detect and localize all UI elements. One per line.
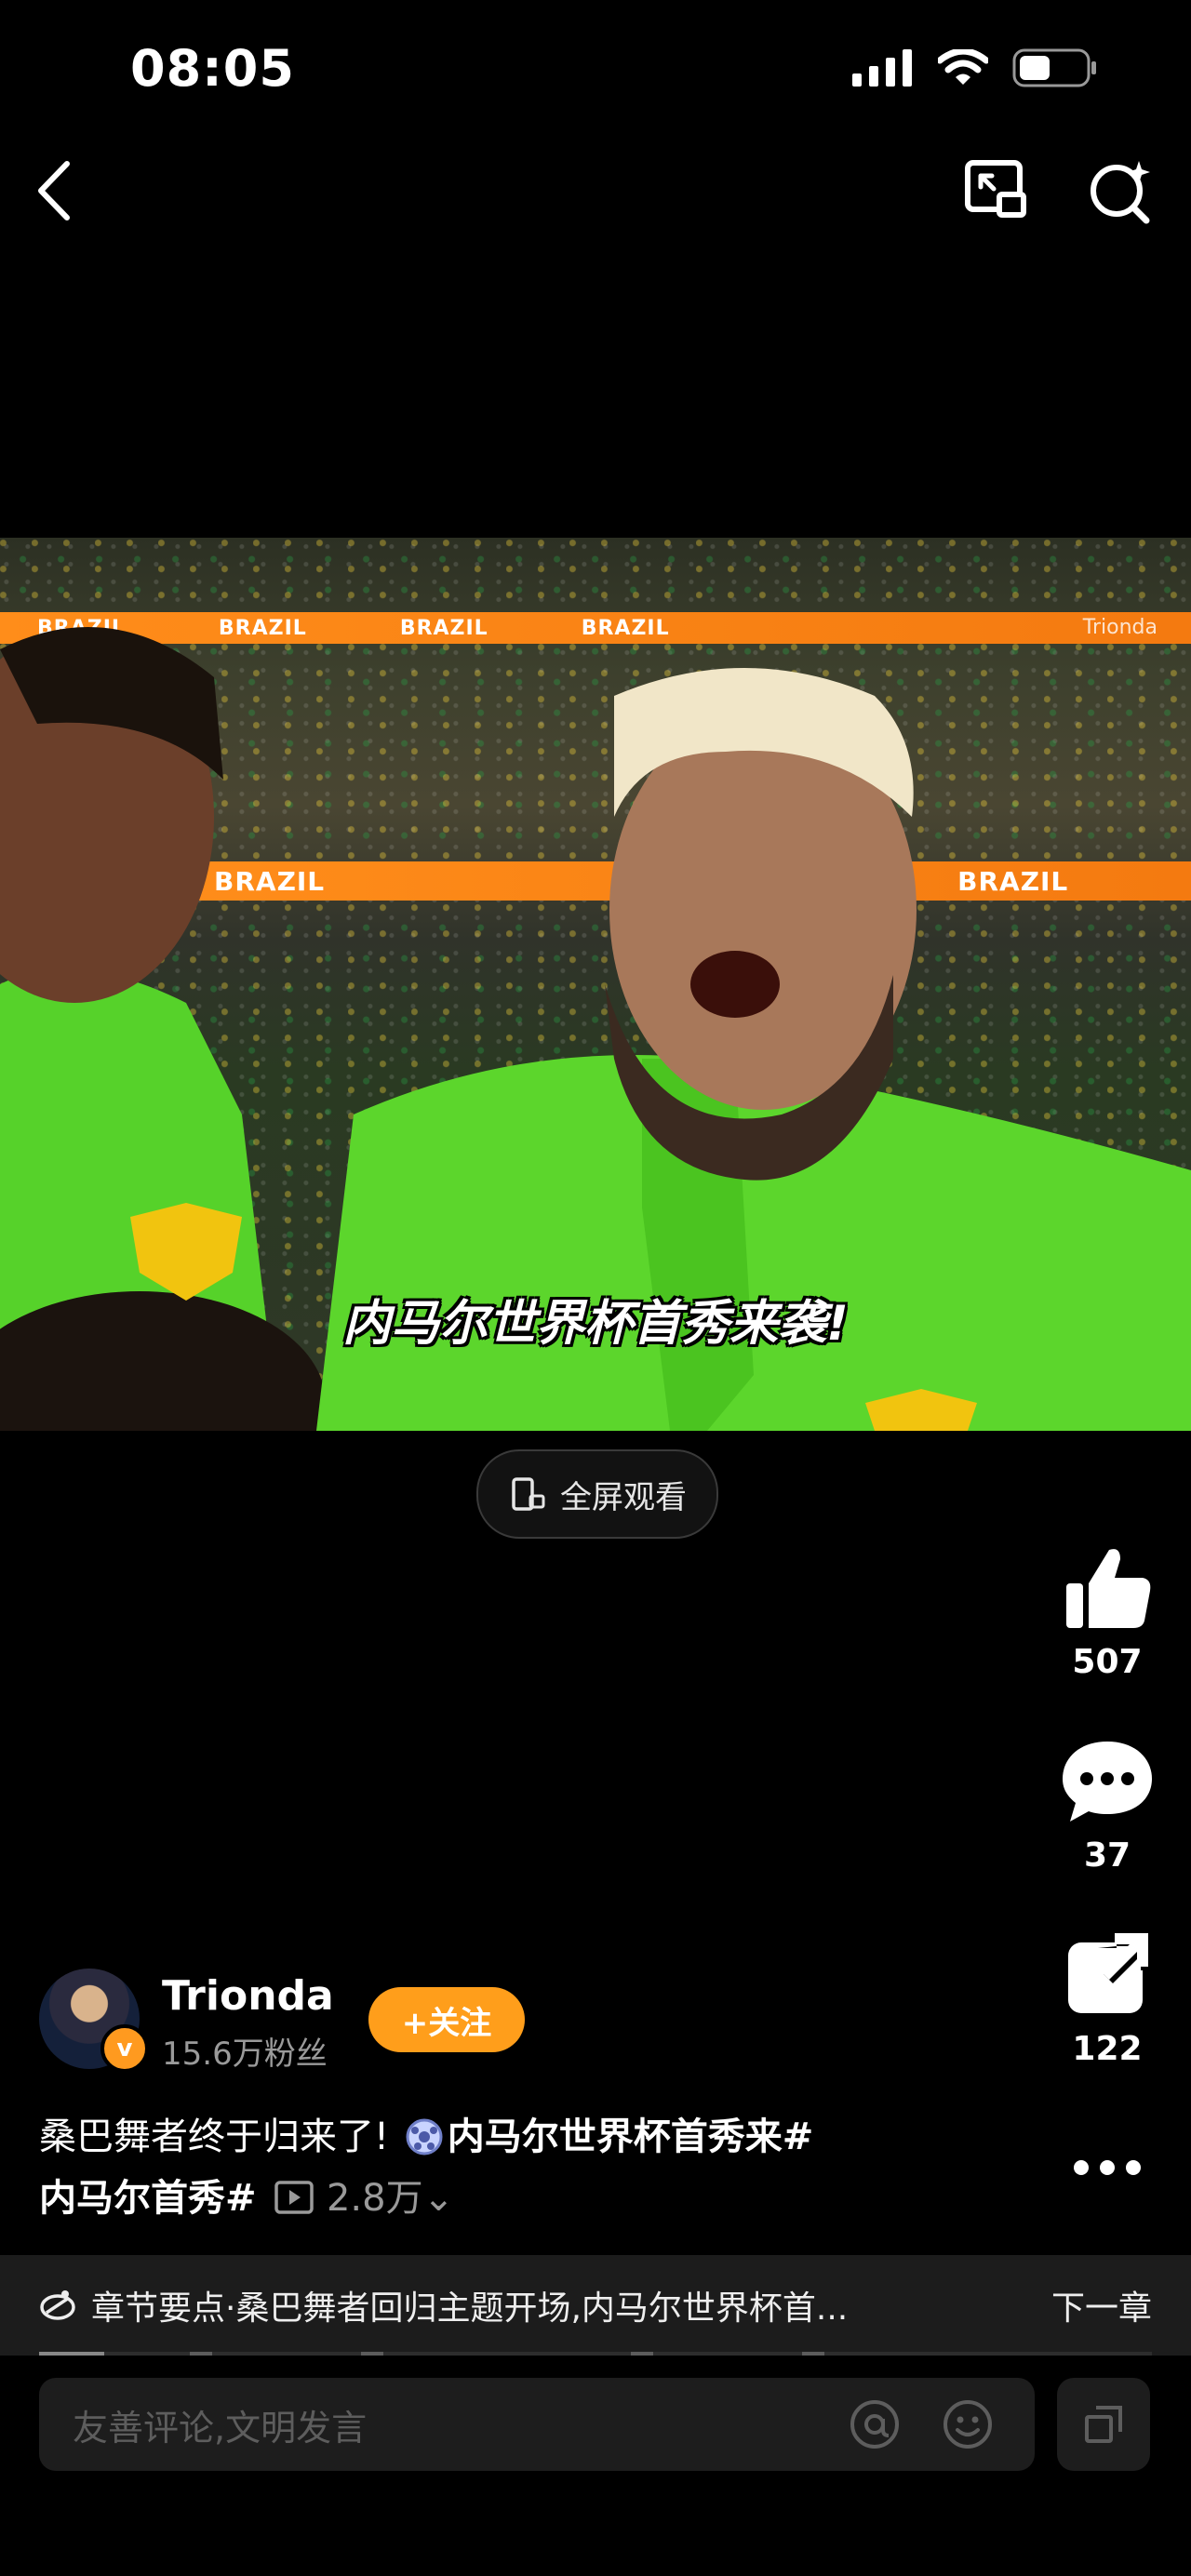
status-icons (852, 48, 1098, 87)
share-icon (1068, 1933, 1150, 2013)
battery-icon (1012, 48, 1096, 87)
video-description: 桑巴舞者终于归来了! 内马尔世界杯首秀来# 内马尔首秀# 2.8万⌄ (39, 2106, 932, 2229)
share-button[interactable]: 122 (1051, 1929, 1163, 2068)
search-button[interactable] (1083, 153, 1158, 228)
chapter-icon (40, 2290, 75, 2320)
ai-search-icon (1091, 161, 1150, 224)
picture-in-picture-button[interactable] (958, 153, 1033, 228)
comment-placeholder: 友善评论,文明发言 (73, 2407, 368, 2449)
expand-chevron-icon[interactable]: ⌄ (423, 2177, 455, 2220)
comment-bubble-icon (1063, 1742, 1152, 1822)
video-subtitle: 内马尔世界杯首秀来袭! (342, 1296, 849, 1352)
comment-count: 37 (1083, 1836, 1131, 1875)
fullscreen-label: 全屏观看 (560, 1478, 687, 1516)
author-fans: 15.6万粉丝 (162, 2035, 328, 2073)
hashtag-link[interactable]: 内马尔世界杯首秀来# (448, 2116, 814, 2158)
progress-segment (802, 2352, 824, 2356)
progress-segment (39, 2352, 104, 2356)
progress-segment (190, 2352, 212, 2356)
fullscreen-button[interactable]: 全屏观看 (476, 1449, 718, 1539)
back-button[interactable] (26, 156, 86, 225)
expand-icon (1085, 2406, 1122, 2443)
description-text: 桑巴舞者终于归来了! (39, 2116, 390, 2158)
emoji-icon[interactable] (940, 2396, 996, 2452)
mention-icon[interactable] (847, 2396, 903, 2452)
author-name[interactable]: Trionda (162, 1972, 334, 2020)
comment-input[interactable]: 友善评论,文明发言 (39, 2378, 1035, 2471)
share-count: 122 (1072, 2030, 1143, 2068)
wifi-icon (938, 49, 988, 85)
rotate-phone-icon (512, 1477, 545, 1511)
expand-button[interactable] (1057, 2378, 1150, 2471)
next-chapter-button[interactable]: 下一章 (1051, 2281, 1152, 2329)
pip-icon (965, 160, 1026, 218)
comment-button[interactable]: 37 (1051, 1736, 1163, 1875)
progress-segment (361, 2352, 383, 2356)
hashtag-link[interactable]: 内马尔首秀# (39, 2177, 257, 2220)
soccer-ball-icon (406, 2118, 443, 2156)
thumbs-up-icon (1066, 1549, 1151, 1628)
chapter-progress[interactable] (39, 2352, 1152, 2356)
chevron-left-icon (38, 161, 70, 220)
play-count: 2.8万 (326, 2177, 423, 2220)
chapter-bar[interactable]: 章节要点·桑巴舞者回归主题开场,内马尔世界杯首... 下一章 (0, 2255, 1191, 2356)
verified-badge-icon: v (100, 2024, 149, 2073)
follow-button[interactable]: +关注 (368, 1987, 525, 2052)
more-button[interactable] (1051, 2155, 1163, 2184)
chapter-summary: 章节要点·桑巴舞者回归主题开场,内马尔世界杯首... (91, 2289, 849, 2328)
signal-icon (852, 49, 912, 87)
video-player[interactable]: BRAZIL BRAZIL BRAZIL BRAZIL BRAZIL BRAZI… (0, 538, 1191, 1431)
like-count: 507 (1072, 1643, 1143, 1681)
progress-segment (631, 2352, 653, 2356)
play-count-icon (274, 2181, 314, 2214)
more-dots-icon (1074, 2160, 1141, 2175)
status-time: 08:05 (130, 39, 295, 98)
like-button[interactable]: 507 (1051, 1542, 1163, 1681)
